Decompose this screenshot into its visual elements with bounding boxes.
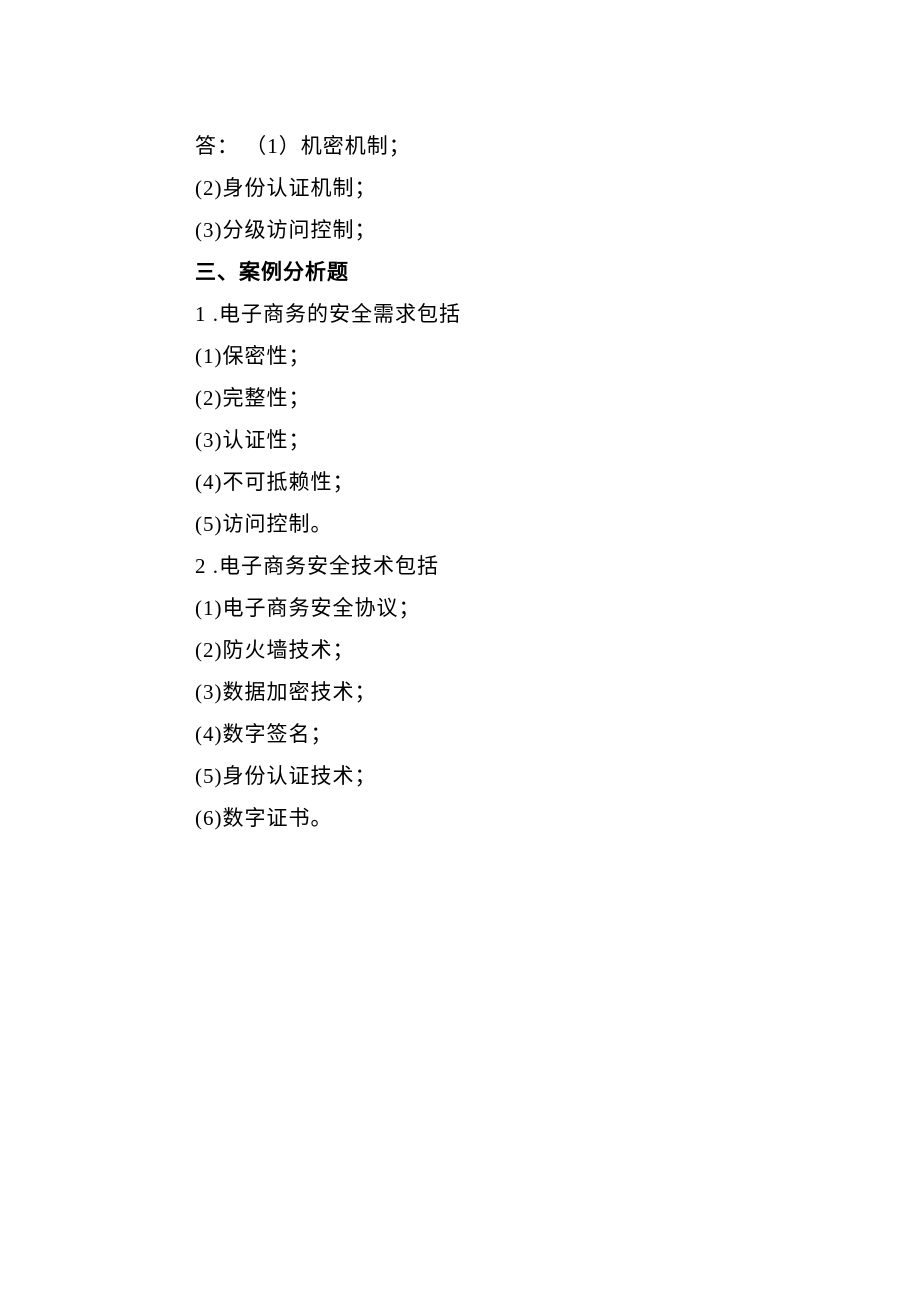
text-line: (2)完整性；: [195, 377, 820, 419]
text-line: (2)身份认证机制；: [195, 167, 820, 209]
text-line: 2 .电子商务安全技术包括: [195, 545, 820, 587]
text-line: (5)访问控制。: [195, 503, 820, 545]
text-line: (3)认证性；: [195, 419, 820, 461]
text-line: (5)身份认证技术；: [195, 755, 820, 797]
text-line: (3)分级访问控制；: [195, 209, 820, 251]
text-line: (1)保密性；: [195, 335, 820, 377]
section-heading: 三、案例分析题: [195, 251, 820, 293]
text-line: (2)防火墙技术；: [195, 629, 820, 671]
document-page: 答： （1）机密机制； (2)身份认证机制； (3)分级访问控制； 三、案例分析…: [0, 0, 920, 1301]
text-line: (6)数字证书。: [195, 797, 820, 839]
text-line: 1 .电子商务的安全需求包括: [195, 293, 820, 335]
text-line: (1)电子商务安全协议；: [195, 587, 820, 629]
text-line: (3)数据加密技术；: [195, 671, 820, 713]
text-line: (4)数字签名；: [195, 713, 820, 755]
text-line: (4)不可抵赖性；: [195, 461, 820, 503]
text-line: 答： （1）机密机制；: [195, 125, 820, 167]
